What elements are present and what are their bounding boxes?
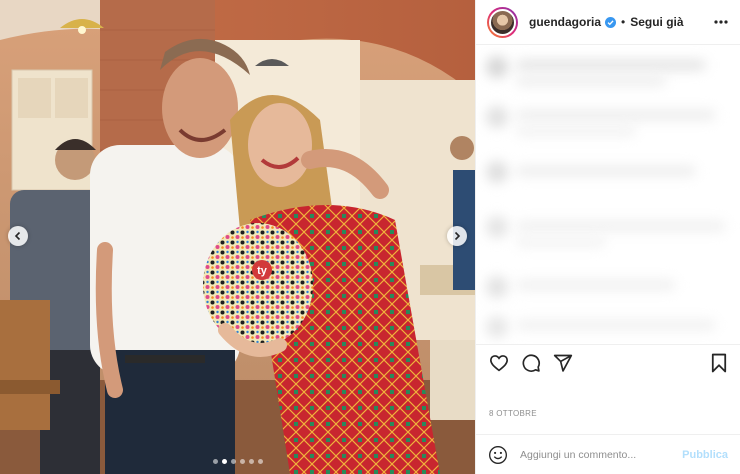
save-button[interactable] — [708, 352, 730, 374]
comment-composer: Pubblica — [476, 434, 740, 474]
heart-icon — [489, 354, 509, 371]
comments-area-blurred — [476, 46, 740, 344]
slide-dot — [221, 459, 227, 464]
share-button[interactable] — [552, 352, 574, 374]
bookmark-icon — [711, 353, 727, 372]
slide-dot — [248, 459, 254, 464]
photo-scene: ty — [0, 0, 475, 474]
slide-dot — [257, 459, 263, 464]
slide-dot — [230, 459, 236, 464]
slide-dot — [212, 459, 218, 464]
like-button[interactable] — [488, 352, 510, 374]
chevron-right-icon — [454, 231, 461, 241]
post-header: guendagoria • Segui già — [476, 0, 740, 45]
post-side-panel: guendagoria • Segui già 8 OTTOBRE Aggiun… — [475, 0, 740, 474]
emoji-icon[interactable] — [488, 445, 508, 465]
comment-input[interactable] — [520, 448, 680, 461]
more-horizontal-icon — [714, 20, 728, 24]
slide-indicator — [0, 459, 475, 464]
svg-text:ty: ty — [257, 265, 268, 277]
post-actions-bar — [476, 344, 740, 380]
chevron-left-icon — [14, 231, 21, 241]
following-button[interactable]: Segui già — [630, 15, 683, 29]
username-link[interactable]: guendagoria — [529, 15, 601, 29]
slide-dot — [239, 459, 245, 464]
prev-slide-button[interactable] — [8, 226, 28, 246]
verified-badge-icon — [605, 16, 617, 28]
comment-icon — [522, 353, 541, 372]
separator: • — [621, 15, 626, 29]
share-icon — [553, 354, 573, 372]
post-date[interactable]: 8 OTTOBRE — [489, 409, 537, 418]
publish-button[interactable]: Pubblica — [682, 449, 728, 461]
more-options-button[interactable] — [712, 13, 730, 31]
comment-button[interactable] — [520, 352, 542, 374]
avatar[interactable] — [487, 6, 518, 38]
next-slide-button[interactable] — [447, 226, 467, 246]
post-photo[interactable]: ty — [0, 0, 475, 474]
